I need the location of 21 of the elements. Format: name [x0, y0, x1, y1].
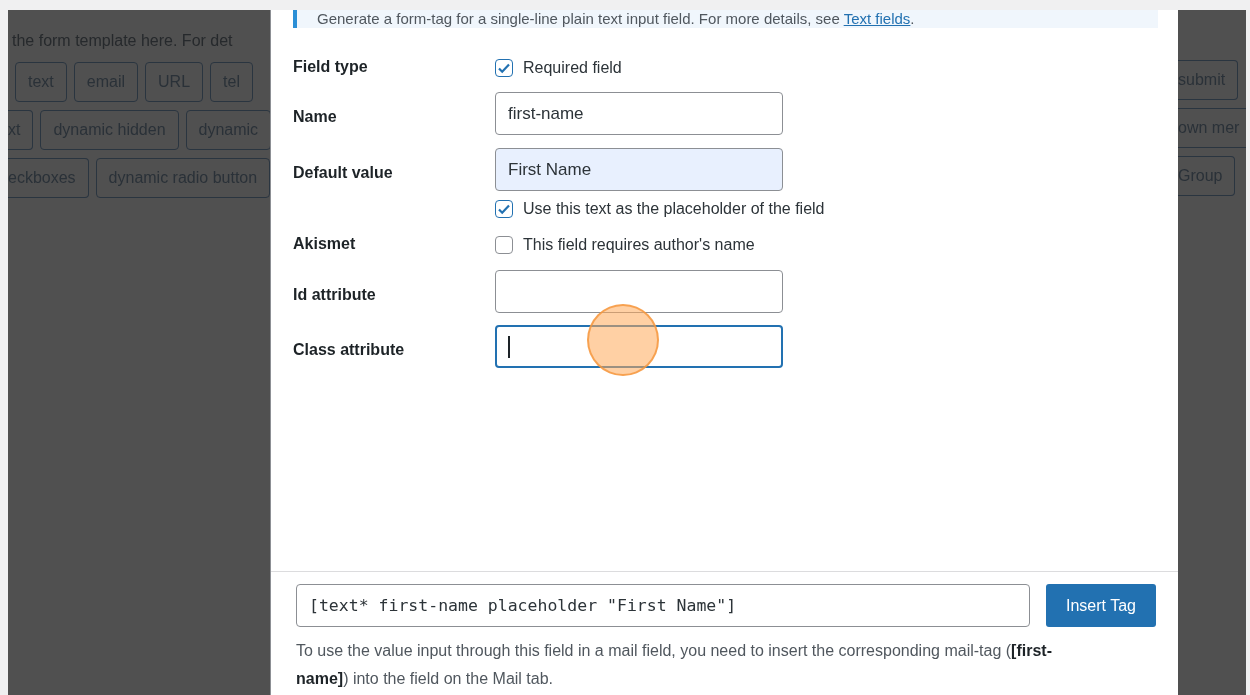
text-field[interactable]	[495, 325, 783, 368]
insert-tag-button[interactable]: Insert Tag	[1046, 584, 1156, 627]
text-field[interactable]	[495, 270, 783, 313]
help-text: To use the value input through this field in a mail field, you need to insert the corresponding mail-tag ([first-name]) into the field on the Mail tab.	[296, 641, 1053, 689]
generated-tag-field[interactable]: [text* first-name placeholder "First Name"]	[296, 584, 1030, 627]
checkbox[interactable]	[495, 236, 513, 254]
field-label: Default value	[293, 163, 394, 183]
checkbox[interactable]	[495, 200, 513, 218]
checkbox-label: Required field	[523, 59, 622, 77]
checkbox-label: Use this text as the placeholder of the field	[523, 200, 825, 218]
checkbox-label: This field requires author's name	[523, 236, 755, 254]
field-label: Akismet	[293, 234, 357, 254]
field-label: Id attribute	[293, 285, 377, 305]
text-cursor	[508, 336, 510, 358]
text-field[interactable]: First Name	[495, 148, 783, 191]
field-label: Field type	[293, 57, 369, 77]
checkbox[interactable]	[495, 59, 513, 77]
text-field[interactable]: first-name	[495, 92, 783, 135]
field-label: Class attribute	[293, 340, 406, 360]
field-label: Name	[293, 107, 338, 127]
notice-text: Generate a form-tag for a single-line plain text input field. For more details, see Text fields.	[293, 10, 1158, 28]
